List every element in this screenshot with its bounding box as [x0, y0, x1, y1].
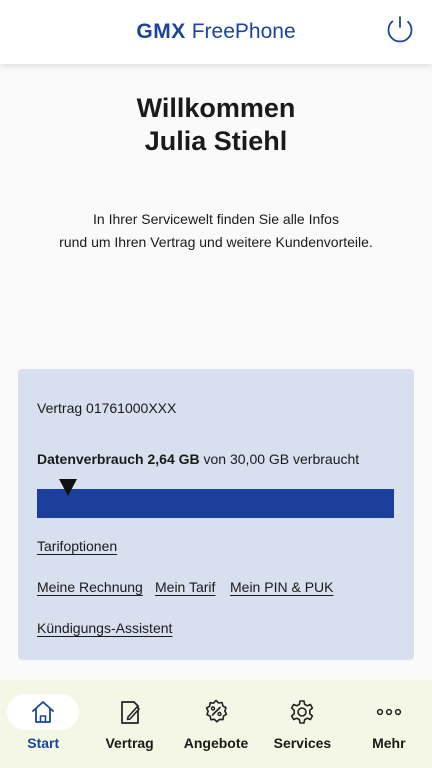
offers-icon	[205, 699, 228, 723]
intro-line: In Ihrer Servicewelt finden Sie alle Inf…	[93, 211, 339, 227]
customer-name: Julia Stiehl	[144, 126, 288, 156]
tab-angebote[interactable]: Angebote	[173, 680, 259, 768]
more-icon	[376, 708, 401, 716]
intro-line: rund um Ihren Vertrag und weitere Kunden…	[59, 234, 373, 250]
tab-label: Services	[273, 735, 332, 751]
tariff-link[interactable]: Mein Tarif	[155, 579, 215, 595]
usage-progress-bar	[37, 479, 394, 518]
tariff-options-link[interactable]: Tarifoptionen	[37, 538, 117, 554]
gear-icon	[291, 700, 314, 724]
data-usage-text: Datenverbrauch 2,64 GB von 30,00 GB verb…	[37, 451, 359, 467]
intro-text: In Ihrer Servicewelt finden Sie alle Inf…	[0, 208, 432, 254]
tab-mehr[interactable]: Mehr	[346, 680, 432, 768]
usage-total: von 30,00 GB verbraucht	[203, 451, 360, 467]
tab-label: Vertrag	[105, 735, 154, 751]
usage-amount: 2,64 GB	[147, 451, 200, 467]
contract-number: Vertrag 01761000XXX	[37, 400, 177, 416]
tab-label: Angebote	[183, 735, 249, 751]
contract-icon	[120, 701, 140, 724]
cancellation-assistant-link[interactable]: Kündigungs-Assistent	[37, 620, 172, 636]
home-icon	[32, 701, 55, 723]
tab-services[interactable]: Services	[259, 680, 345, 768]
tab-vertrag[interactable]: Vertrag	[86, 680, 172, 768]
brand-name: GMX	[136, 20, 186, 43]
pin-puk-link[interactable]: Mein PIN & PUK	[230, 579, 333, 595]
tab-label: Mehr	[372, 735, 406, 751]
contract-card: Vertrag 01761000XXX Datenverbrauch 2,64 …	[18, 369, 414, 660]
invoice-link[interactable]: Meine Rechnung	[37, 579, 143, 595]
welcome-line: Willkommen	[136, 93, 296, 123]
app-header: GMX FreePhone	[0, 0, 432, 64]
tab-label: Start	[27, 735, 60, 751]
welcome-heading: Willkommen Julia Stiehl	[0, 92, 432, 158]
product-name: FreePhone	[191, 20, 296, 43]
power-icon[interactable]	[386, 15, 414, 43]
brand-logo: GMX FreePhone	[136, 20, 295, 44]
bottom-navigation: Start Vertrag Angebote Services Mehr	[0, 680, 432, 768]
usage-marker-icon	[59, 479, 78, 496]
usage-label: Datenverbrauch	[37, 451, 144, 467]
tab-start[interactable]: Start	[0, 680, 86, 768]
